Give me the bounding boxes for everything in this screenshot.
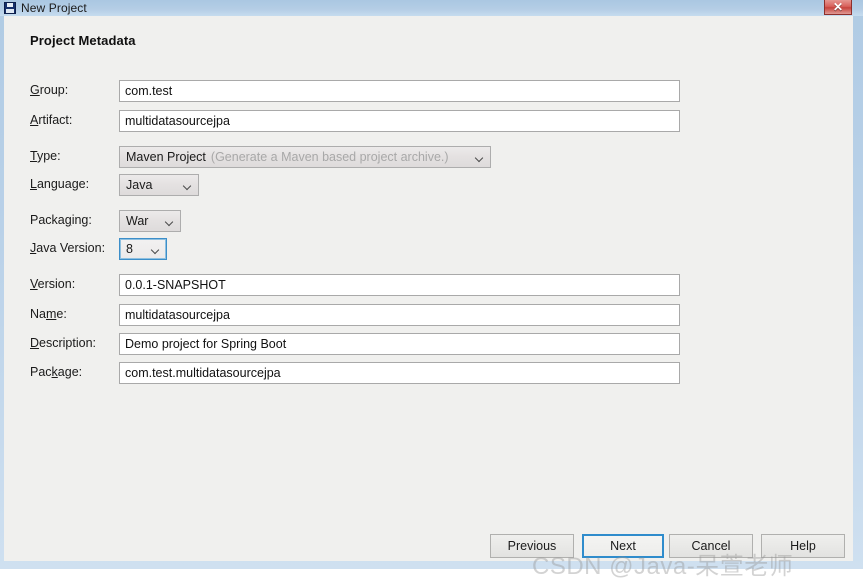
close-button[interactable]: ✕ — [824, 0, 852, 15]
java-version-selected-value: 8 — [126, 242, 133, 256]
label-language: Language: — [30, 177, 90, 191]
next-button-label: Next — [610, 539, 636, 553]
label-artifact: Artifact: — [30, 113, 73, 127]
next-button[interactable]: Next — [582, 534, 664, 558]
type-selected-value: Maven Project — [126, 150, 206, 164]
label-packaging: Packaging: — [30, 213, 92, 227]
package-input[interactable] — [119, 362, 680, 384]
cancel-button[interactable]: Cancel — [669, 534, 753, 558]
label-java-version: Java Version: — [30, 241, 106, 255]
artifact-input[interactable] — [119, 110, 680, 132]
help-button[interactable]: Help — [761, 534, 845, 558]
language-dropdown[interactable]: Java — [119, 174, 199, 196]
title-bar[interactable]: New Project ✕ — [0, 0, 863, 16]
close-icon: ✕ — [832, 0, 844, 14]
previous-button-label: Previous — [507, 539, 557, 553]
version-input[interactable] — [119, 274, 680, 296]
label-project-name: Name: — [30, 307, 67, 321]
java-version-dropdown[interactable]: 8 — [119, 238, 167, 260]
dialog-client-area: Project Metadata Group: Artifact: Type: Mav… — [4, 16, 853, 580]
packaging-dropdown[interactable]: War — [119, 210, 181, 232]
type-hint: (Generate a Maven based project archive.… — [210, 150, 449, 164]
label-description: Description: — [30, 336, 97, 350]
chevron-down-icon — [184, 183, 191, 187]
project-window-icon — [4, 2, 16, 14]
chevron-down-icon — [152, 247, 159, 251]
description-input[interactable] — [119, 333, 680, 355]
label-package: Package: — [30, 365, 83, 379]
previous-button[interactable]: Previous — [490, 534, 574, 558]
chevron-down-icon — [166, 219, 173, 223]
label-type: Type: — [30, 149, 61, 163]
page-title: Project Metadata — [30, 33, 136, 48]
chevron-down-icon — [476, 155, 483, 159]
group-input[interactable] — [119, 80, 680, 102]
language-selected-value: Java — [126, 178, 153, 192]
label-version: Version: — [30, 277, 76, 291]
label-group: Group: — [30, 83, 69, 97]
cancel-button-label: Cancel — [691, 539, 731, 553]
project-name-input[interactable] — [119, 304, 680, 326]
packaging-selected-value: War — [126, 214, 149, 228]
help-button-label: Help — [790, 539, 816, 553]
type-dropdown[interactable]: Maven Project (Generate a Maven based pro… — [119, 146, 491, 168]
new-project-dialog-window: New Project ✕ Project Metadata Group: Art… — [0, 0, 863, 580]
window-title: New Project — [21, 1, 87, 15]
